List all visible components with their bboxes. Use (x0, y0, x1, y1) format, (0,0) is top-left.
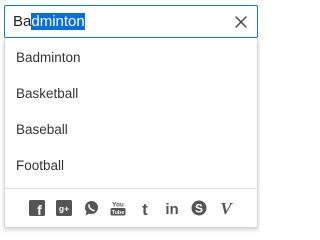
svg-text:V: V (220, 199, 233, 217)
list-item-basketball[interactable]: Basketball (5, 76, 257, 112)
close-icon (235, 16, 247, 28)
suggestion-popup: Badminton Basketball Baseball Football f… (4, 38, 258, 228)
list-item-football[interactable]: Football (5, 148, 257, 184)
clear-button[interactable] (231, 12, 251, 32)
svg-text:f: f (37, 202, 42, 217)
vimeo-button[interactable]: V (217, 199, 235, 217)
whatsapp-icon (84, 201, 98, 216)
tumblr-icon: t (142, 200, 148, 217)
svg-text:Tube: Tube (111, 210, 124, 216)
popup-footer: f g+ You Tube t in S V (5, 188, 257, 227)
sports-combobox-input[interactable]: Badminton (4, 5, 258, 38)
facebook-button[interactable]: f (28, 199, 46, 217)
svg-text:t: t (142, 200, 148, 217)
svg-text:S: S (194, 202, 202, 216)
youtube-icon: You Tube (110, 202, 125, 216)
list-item-baseball[interactable]: Baseball (5, 112, 257, 148)
svg-text:g+: g+ (58, 204, 68, 214)
skype-button[interactable]: S (190, 199, 208, 217)
tumblr-button[interactable]: t (136, 199, 154, 217)
svg-text:You: You (112, 202, 124, 209)
typed-text: Ba (13, 13, 32, 30)
whatsapp-button[interactable] (82, 199, 100, 217)
combobox-value[interactable]: Badminton (13, 6, 85, 37)
suggestion-list: Badminton Basketball Baseball Football (5, 40, 257, 184)
facebook-icon: f (28, 200, 45, 217)
google-plus-button[interactable]: g+ (55, 199, 73, 217)
list-item-badminton[interactable]: Badminton (5, 40, 257, 76)
linkedin-button[interactable]: in (163, 199, 181, 217)
google-plus-icon: g+ (55, 200, 72, 216)
sports-combobox-widget: Badminton Badminton Basketball Baseball … (0, 0, 267, 232)
vimeo-icon: V (220, 199, 233, 217)
svg-text:in: in (165, 201, 178, 217)
autocomplete-selection: dminton (31, 13, 85, 30)
youtube-button[interactable]: You Tube (109, 199, 127, 217)
skype-icon: S (191, 200, 206, 216)
linkedin-icon: in (165, 201, 178, 217)
